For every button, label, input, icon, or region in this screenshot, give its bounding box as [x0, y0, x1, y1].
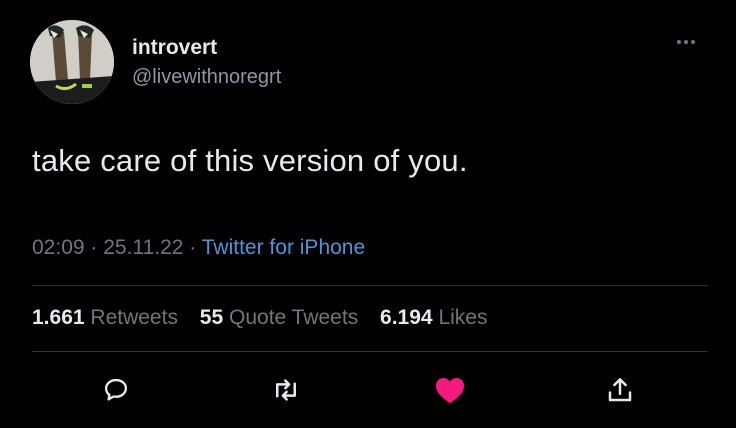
tweet-text: take care of this version of you.	[32, 143, 468, 178]
avatar-image	[30, 20, 114, 104]
avatar[interactable]	[30, 20, 114, 104]
tweet-meta: 02:09 · 25.11.22 · Twitter for iPhone	[32, 236, 365, 260]
likes-count: 6.194	[380, 306, 433, 329]
meta-separator: ·	[90, 236, 98, 259]
meta-separator: ·	[189, 236, 197, 259]
tweet-time[interactable]: 02:09	[32, 236, 85, 259]
tweet-source-link[interactable]: Twitter for iPhone	[202, 236, 365, 259]
retweets-count: 1.661	[32, 306, 85, 329]
share-button[interactable]	[598, 368, 642, 412]
divider	[32, 285, 708, 286]
retweets-stat[interactable]: 1.661 Retweets	[32, 306, 178, 329]
tweet-date[interactable]: 25.11.22	[103, 236, 183, 259]
display-name[interactable]: introvert	[132, 36, 217, 60]
quotes-label: Quote Tweets	[229, 306, 359, 329]
likes-label: Likes	[438, 306, 488, 329]
retweet-button[interactable]	[264, 368, 308, 412]
reply-icon	[104, 378, 128, 401]
action-bar	[32, 368, 708, 412]
tweet-stats: 1.661 Retweets 55 Quote Tweets 6.194 Lik…	[32, 306, 503, 330]
like-icon	[436, 378, 464, 404]
reply-button[interactable]	[94, 368, 138, 412]
likes-stat[interactable]: 6.194 Likes	[380, 306, 487, 329]
more-options-icon[interactable]	[668, 30, 704, 54]
quote-tweets-stat[interactable]: 55 Quote Tweets	[200, 306, 358, 329]
user-handle[interactable]: @livewithnoregrt	[132, 66, 281, 89]
retweet-icon	[276, 379, 296, 401]
share-icon	[608, 378, 632, 402]
like-button[interactable]	[428, 368, 472, 412]
retweets-label: Retweets	[90, 306, 178, 329]
divider	[32, 351, 708, 352]
quotes-count: 55	[199, 306, 224, 329]
